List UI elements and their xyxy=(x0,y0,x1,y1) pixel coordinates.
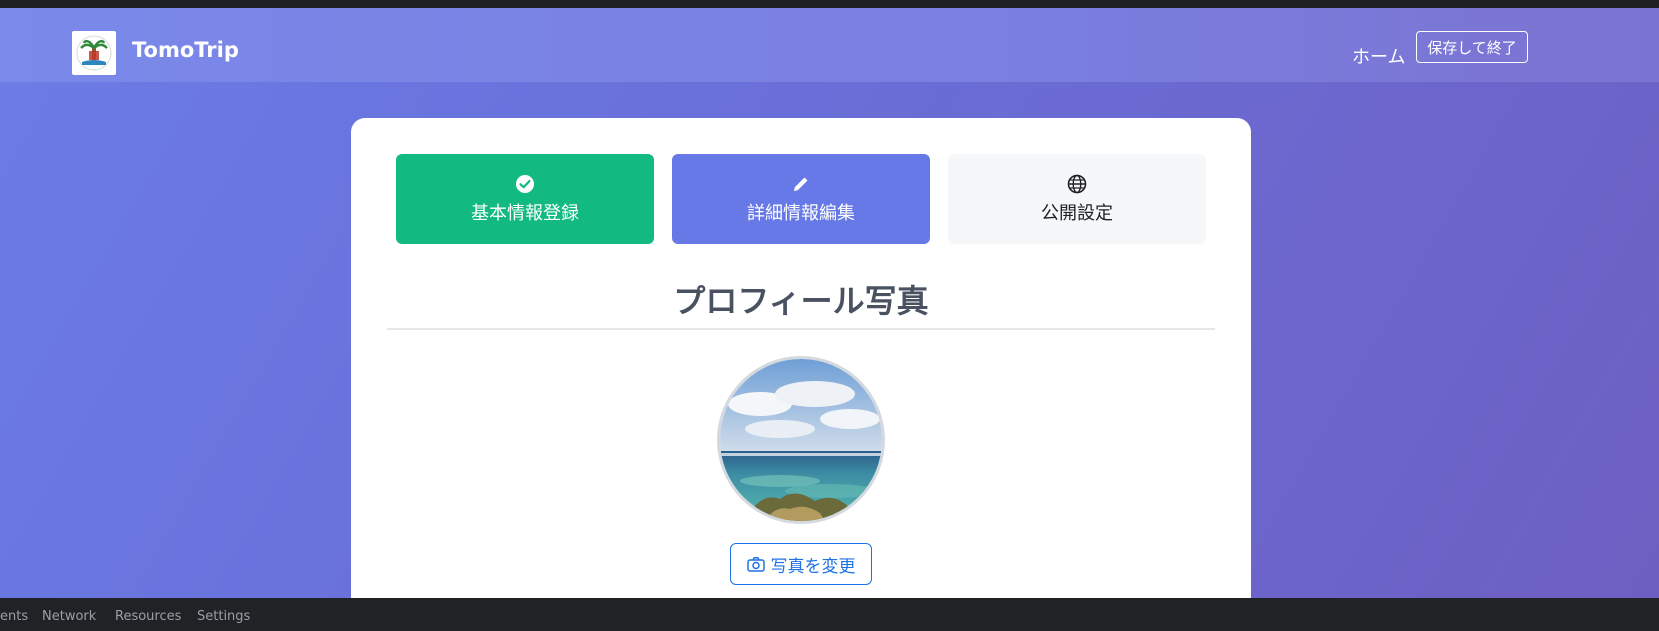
devtools-tab-events[interactable]: ents xyxy=(0,609,28,624)
section-title: プロフィール写真 xyxy=(673,282,929,320)
change-photo-label: 写真を変更 xyxy=(770,556,856,577)
camera-icon xyxy=(746,556,765,572)
seascape-photo xyxy=(720,359,882,521)
devtools-bar: ents Network Resources Settings xyxy=(0,598,1659,631)
step-detail-edit[interactable]: 詳細情報編集 xyxy=(672,154,930,244)
brand-name[interactable]: TomoTrip xyxy=(132,38,239,62)
profile-edit-card: 基本情報登録 詳細情報編集 公開設定 プロフィール写真 写真を変更 xyxy=(351,118,1251,598)
window-top-strip xyxy=(0,0,1659,8)
devtools-tab-resources[interactable]: Resources xyxy=(115,609,181,624)
globe-icon xyxy=(1067,174,1087,194)
step-publish-settings[interactable]: 公開設定 xyxy=(948,154,1206,244)
palm-tree-logo-icon xyxy=(76,35,112,71)
step-label: 公開設定 xyxy=(1041,202,1113,224)
check-circle-icon xyxy=(515,174,535,194)
step-label: 詳細情報編集 xyxy=(747,202,855,224)
nav-home-link[interactable]: ホーム xyxy=(1352,43,1405,69)
top-navbar: TomoTrip ホーム 保存して終了 xyxy=(0,8,1659,82)
save-and-exit-button[interactable]: 保存して終了 xyxy=(1416,31,1528,63)
devtools-tab-network[interactable]: Network xyxy=(42,609,96,624)
pencil-icon xyxy=(791,174,811,194)
step-label: 基本情報登録 xyxy=(471,202,579,224)
tomotrip-logo[interactable] xyxy=(72,31,116,75)
change-photo-button[interactable]: 写真を変更 xyxy=(730,543,872,585)
devtools-tab-settings[interactable]: Settings xyxy=(197,609,250,624)
profile-photo xyxy=(717,356,885,524)
step-basic-info[interactable]: 基本情報登録 xyxy=(396,154,654,244)
section-divider xyxy=(387,328,1215,330)
